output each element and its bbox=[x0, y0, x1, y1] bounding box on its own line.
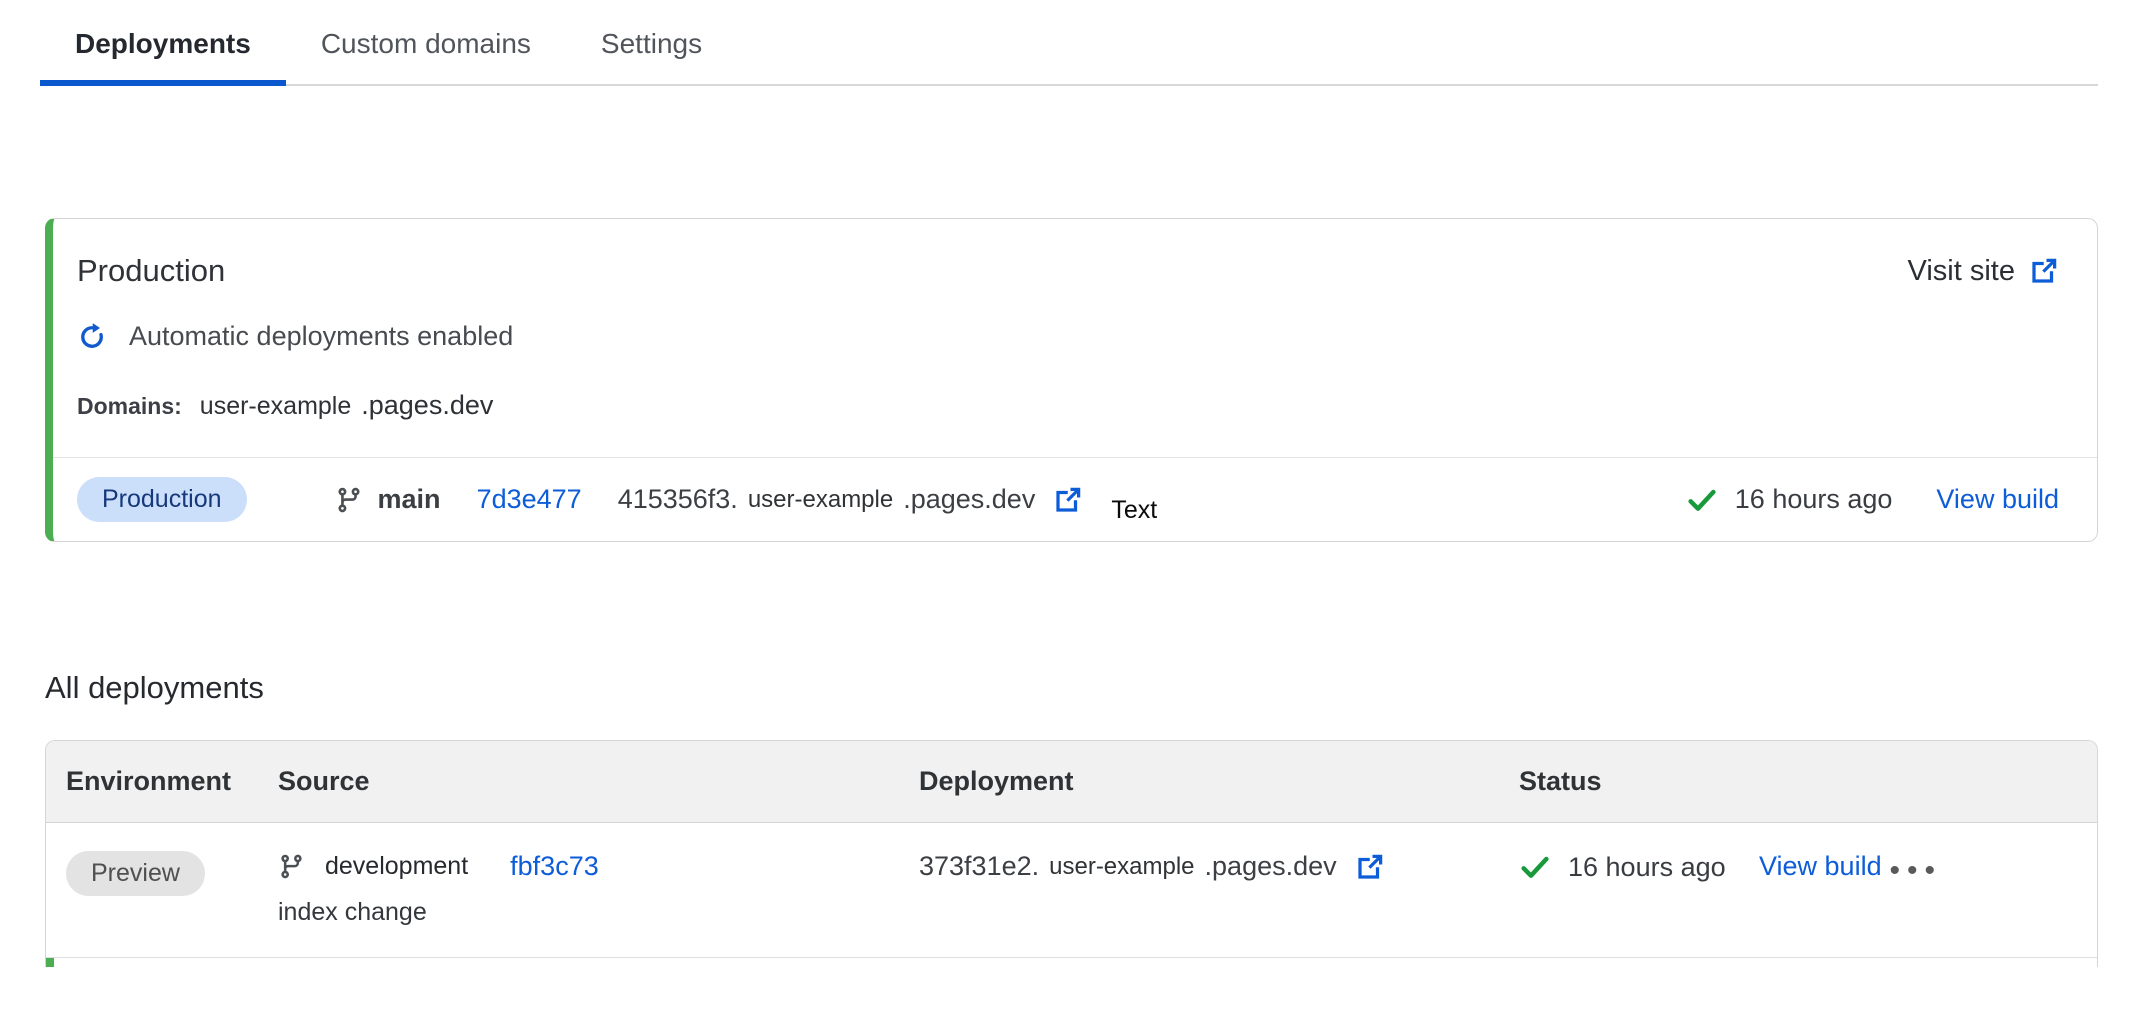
commit-hash-link[interactable]: fbf3c73 bbox=[510, 851, 599, 882]
deployment-url-suffix: .pages.dev bbox=[1205, 851, 1337, 882]
deployment-url-prefix: 373f31e2. bbox=[919, 851, 1039, 882]
column-header-source: Source bbox=[278, 766, 919, 797]
domain-value: user-example .pages.dev bbox=[200, 390, 494, 421]
next-row-partial bbox=[46, 958, 2097, 967]
production-title: Production bbox=[77, 253, 225, 289]
table-row: Preview development fbf3c73 index change… bbox=[46, 823, 2097, 958]
production-card-header: Production Visit site Automatic deployme… bbox=[53, 219, 2097, 457]
external-link-icon bbox=[2029, 256, 2059, 286]
visit-site-label: Visit site bbox=[1908, 255, 2015, 288]
deployment-url-name: user-example bbox=[1049, 853, 1194, 881]
domains-label: Domains: bbox=[77, 393, 182, 420]
ellipsis-icon[interactable]: ••• bbox=[1889, 851, 1942, 891]
tab-settings[interactable]: Settings bbox=[566, 0, 737, 84]
tab-bar: Deployments Custom domains Settings bbox=[40, 0, 2098, 86]
deployment-url-suffix: .pages.dev bbox=[903, 484, 1035, 515]
git-branch-icon bbox=[278, 853, 305, 880]
column-header-deployment: Deployment bbox=[919, 766, 1519, 797]
view-build-link[interactable]: View build bbox=[1759, 851, 1882, 882]
commit-message: index change bbox=[278, 898, 919, 927]
external-link-icon bbox=[1355, 852, 1385, 882]
tab-deployments[interactable]: Deployments bbox=[40, 0, 286, 84]
visit-site-link[interactable]: Visit site bbox=[1908, 255, 2059, 288]
deployment-url-prefix: 415356f3. bbox=[618, 484, 738, 515]
deployment-status: 16 hours ago bbox=[1519, 851, 1759, 883]
branch-name: main bbox=[378, 484, 441, 515]
deployments-table: Environment Source Deployment Status Pre… bbox=[45, 740, 2098, 967]
source-branch: main bbox=[335, 484, 441, 515]
domain-suffix: .pages.dev bbox=[361, 390, 493, 421]
table-header-row: Environment Source Deployment Status bbox=[46, 741, 2097, 823]
external-link-icon bbox=[1053, 485, 1083, 515]
refresh-icon bbox=[77, 322, 107, 352]
deployment-url-name: user-example bbox=[748, 486, 893, 514]
deployment-time: 16 hours ago bbox=[1568, 852, 1726, 883]
git-branch-icon bbox=[335, 486, 363, 514]
check-icon bbox=[1519, 851, 1551, 883]
tab-custom-domains[interactable]: Custom domains bbox=[286, 0, 566, 84]
environment-badge: Production bbox=[77, 477, 247, 522]
commit-hash-link[interactable]: 7d3e477 bbox=[477, 484, 582, 515]
auto-deploy-text: Automatic deployments enabled bbox=[129, 321, 513, 352]
domain-name: user-example bbox=[200, 392, 351, 421]
overlay-label: Text bbox=[1111, 496, 1157, 525]
deployment-status: 16 hours ago bbox=[1686, 484, 1893, 516]
environment-badge: Preview bbox=[66, 851, 205, 896]
production-card: Production Visit site Automatic deployme… bbox=[45, 218, 2098, 542]
branch-name: development bbox=[325, 852, 468, 881]
column-header-status: Status bbox=[1519, 766, 1759, 797]
production-deployment-row: Production main 7d3e477 415356f3. user-e… bbox=[53, 457, 2097, 541]
deployment-url-link[interactable]: 415356f3. user-example .pages.dev bbox=[618, 484, 1084, 515]
deployment-time: 16 hours ago bbox=[1735, 484, 1893, 515]
all-deployments-title: All deployments bbox=[45, 670, 2132, 706]
column-header-environment: Environment bbox=[66, 766, 278, 797]
check-icon bbox=[1686, 484, 1718, 516]
deployment-url-link[interactable]: 373f31e2. user-example .pages.dev bbox=[919, 851, 1519, 882]
view-build-link[interactable]: View build bbox=[1936, 484, 2059, 515]
